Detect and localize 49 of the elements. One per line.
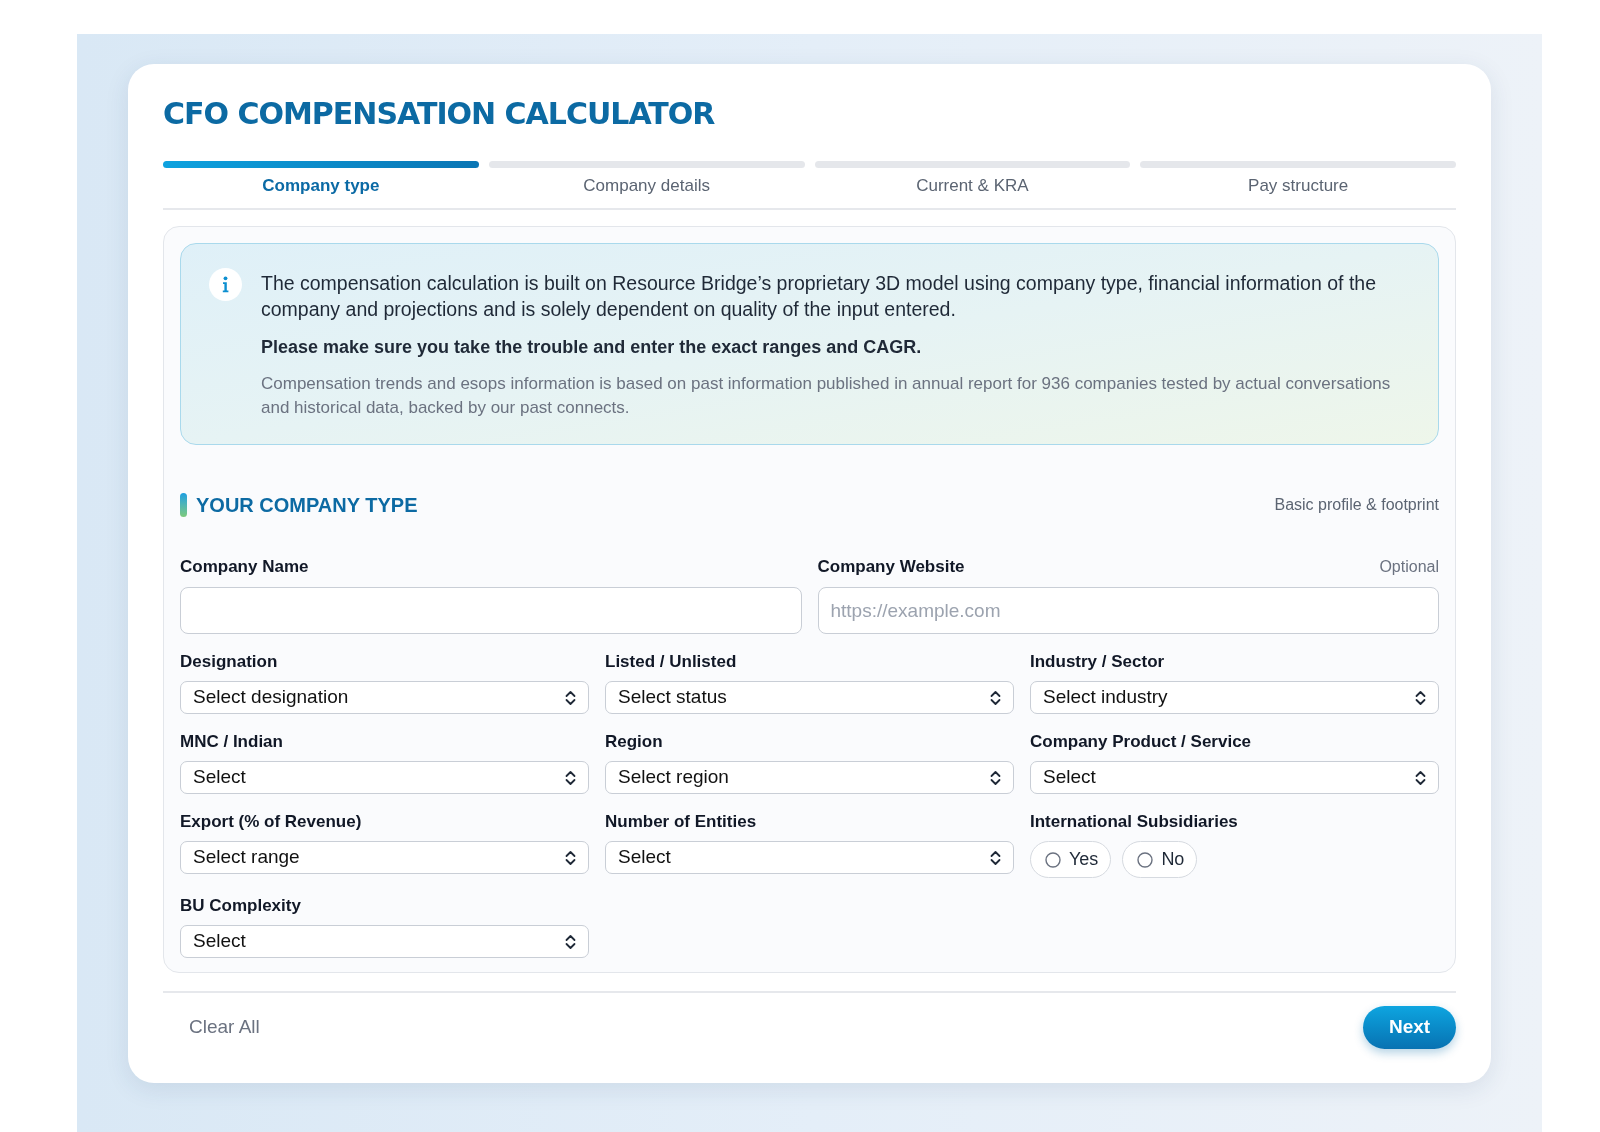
dropdown[interactable]: Select bbox=[605, 841, 1014, 874]
field-label: MNC / Indian bbox=[180, 731, 283, 753]
radio-option[interactable]: Yes bbox=[1030, 841, 1112, 878]
field-label: Designation bbox=[180, 651, 278, 673]
step-tab[interactable]: Company details bbox=[488, 161, 805, 197]
text-input[interactable]: https://example.com bbox=[817, 587, 1439, 634]
field-label: Region bbox=[605, 731, 663, 753]
dropdown[interactable]: Select bbox=[1030, 761, 1439, 794]
dropdown[interactable]: Select status bbox=[605, 681, 1014, 714]
step-tab[interactable]: Current & KRA bbox=[814, 161, 1131, 197]
dropdown[interactable]: Select designation bbox=[180, 681, 589, 714]
section-title: YOUR COMPANY TYPE bbox=[196, 493, 418, 518]
text-input[interactable] bbox=[180, 587, 802, 634]
next-button[interactable]: Next bbox=[1363, 1006, 1456, 1049]
field-label: Number of Entities bbox=[605, 811, 757, 833]
step-tab[interactable]: Company type bbox=[163, 161, 479, 197]
optional-hint: Optional bbox=[1379, 557, 1439, 577]
chevron-up-down-icon bbox=[565, 689, 576, 706]
page-title: CFO COMPENSATION CALCULATOR bbox=[163, 95, 715, 133]
chevron-up-down-icon bbox=[990, 849, 1001, 866]
field-label: International Subsidiaries bbox=[1030, 811, 1238, 833]
info-emphasis: Please make sure you take the trouble and enter the exact ranges and CAGR. bbox=[261, 336, 923, 359]
info-note: Compensation trends and esops information is based on past information published in annual report for 936 companies tested by actual conversations and historical data, backed by our past connects. bbox=[261, 373, 1392, 419]
section-subtitle: Basic profile & footprint bbox=[1274, 495, 1439, 515]
chevron-up-down-icon bbox=[1415, 689, 1426, 706]
dropdown[interactable]: Select region bbox=[605, 761, 1014, 794]
chevron-up-down-icon bbox=[990, 769, 1001, 786]
field-label: Export (% of Revenue) bbox=[180, 811, 362, 833]
info-text: The compensation calculation is built on Resource Bridge’s proprietary 3D model using company type, financial information of the company and projections and is solely dependent on quality of the input entered. bbox=[261, 271, 1377, 322]
field-label: BU Complexity bbox=[180, 895, 301, 917]
dropdown[interactable]: Select range bbox=[180, 841, 589, 874]
chevron-up-down-icon bbox=[565, 769, 576, 786]
chevron-up-down-icon bbox=[1415, 769, 1426, 786]
field-label: Company Website bbox=[817, 556, 965, 578]
chevron-up-down-icon bbox=[565, 933, 576, 950]
accent-bar-icon bbox=[180, 493, 187, 517]
dropdown[interactable]: Select bbox=[180, 925, 589, 958]
chevron-up-down-icon bbox=[565, 849, 576, 866]
field-label: Company Product / Service bbox=[1030, 731, 1252, 753]
dropdown[interactable]: Select industry bbox=[1030, 681, 1439, 714]
chevron-up-down-icon bbox=[990, 689, 1001, 706]
field-label: Company Name bbox=[180, 556, 309, 578]
field-label: Industry / Sector bbox=[1030, 651, 1165, 673]
field-label: Listed / Unlisted bbox=[605, 651, 737, 673]
radio-option[interactable]: No bbox=[1122, 841, 1198, 878]
info-icon bbox=[209, 268, 242, 301]
clear-all-button[interactable]: Clear All bbox=[173, 1007, 276, 1048]
dropdown[interactable]: Select bbox=[180, 761, 589, 794]
step-tab[interactable]: Pay structure bbox=[1140, 161, 1456, 197]
